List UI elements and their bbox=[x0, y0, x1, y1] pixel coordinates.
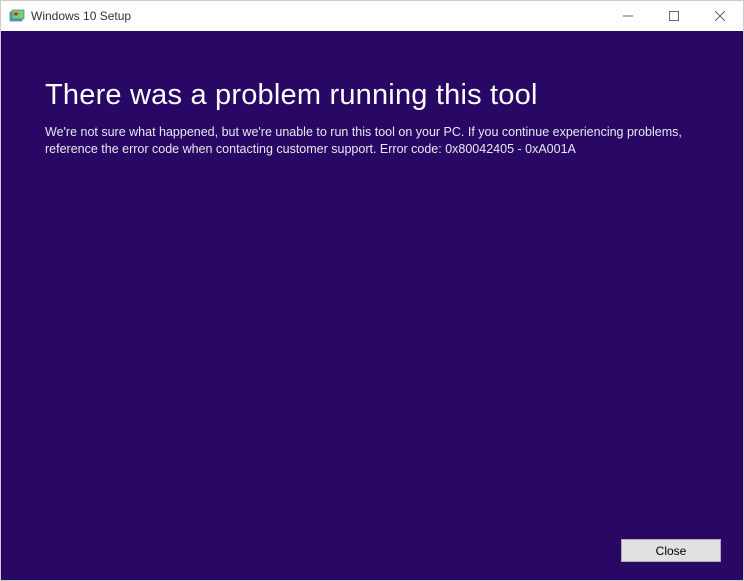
setup-window: Windows 10 Setup There was a probl bbox=[0, 0, 744, 581]
maximize-button[interactable] bbox=[651, 1, 697, 31]
footer: Close bbox=[621, 539, 721, 562]
close-button[interactable]: Close bbox=[621, 539, 721, 562]
content-area: There was a problem running this tool We… bbox=[1, 31, 743, 580]
error-heading: There was a problem running this tool bbox=[45, 79, 699, 112]
app-icon bbox=[9, 8, 25, 24]
window-title: Windows 10 Setup bbox=[31, 9, 131, 23]
titlebar: Windows 10 Setup bbox=[1, 1, 743, 31]
error-body-text: We're not sure what happened, but we're … bbox=[45, 124, 685, 158]
minimize-icon bbox=[623, 11, 633, 21]
window-controls bbox=[605, 1, 743, 31]
close-icon bbox=[715, 11, 725, 21]
minimize-button[interactable] bbox=[605, 1, 651, 31]
window-close-button[interactable] bbox=[697, 1, 743, 31]
maximize-icon bbox=[669, 11, 679, 21]
